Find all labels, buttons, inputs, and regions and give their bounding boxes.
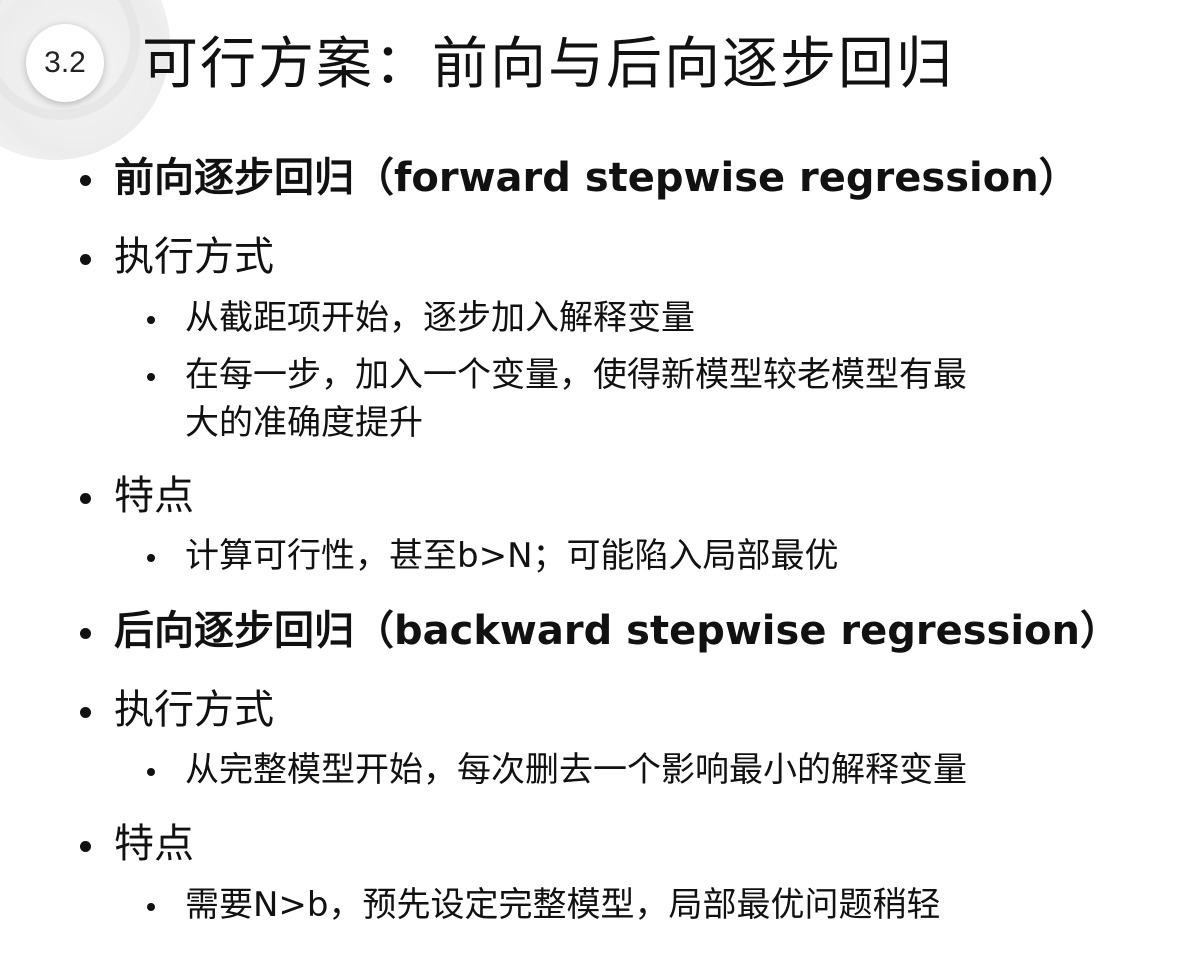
bullet-icon <box>80 231 110 283</box>
list-item-text: 前向逐步回归（forward stepwise regression） <box>114 155 1079 201</box>
list-item-text: 后向逐步回归（backward stepwise regression） <box>114 608 1121 654</box>
bullet-icon <box>147 295 173 341</box>
bullet-icon <box>80 605 110 657</box>
list-item-text: 执行方式 <box>114 234 274 280</box>
list-item-text: 特点 <box>114 473 194 519</box>
bullet-icon <box>80 684 110 736</box>
list-item-text: 从截距项开始，逐步加入解释变量 <box>185 298 695 338</box>
bullet-icon <box>80 818 110 870</box>
bullet-icon <box>147 533 173 579</box>
bullet-icon <box>80 470 110 522</box>
bullet-icon <box>147 882 173 928</box>
section-number-badge: 3.2 <box>26 24 104 102</box>
bullet-icon <box>147 352 173 398</box>
list-item-text: 从完整模型开始，每次删去一个影响最小的解释变量 <box>185 750 967 790</box>
list-item-text: 大的准确度提升 <box>185 403 423 443</box>
slide-title: 可行方案：前向与后向逐步回归 <box>142 32 954 97</box>
list-item-text: 需要N>b，预先设定完整模型，局部最优问题稍轻 <box>185 885 941 925</box>
section-number: 3.2 <box>44 46 86 79</box>
list-item-text: 在每一步，加入一个变量，使得新模型较老模型有最 <box>185 355 967 395</box>
list-item-text: 计算可行性，甚至b>N；可能陷入局部最优 <box>185 536 839 576</box>
bullet-icon <box>80 152 110 204</box>
slide: 3.2 可行方案：前向与后向逐步回归 前向逐步回归（forward stepwi… <box>0 0 1193 956</box>
bullet-icon <box>147 747 173 793</box>
list-item-text: 特点 <box>114 821 194 867</box>
list-item-text: 执行方式 <box>114 687 274 733</box>
